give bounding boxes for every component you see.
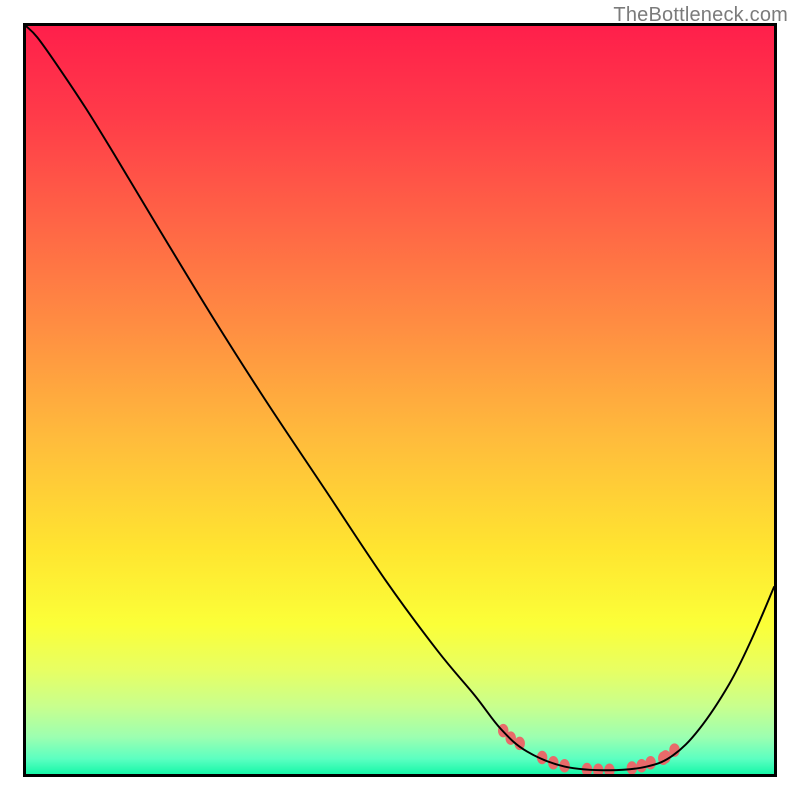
marker-dot [636,759,646,772]
marker-dot [593,764,603,774]
plot-frame [23,23,777,777]
curve-layer [26,26,774,774]
marker-group [498,724,680,774]
chart-canvas: TheBottleneck.com [0,0,800,800]
watermark-text: TheBottleneck.com [613,4,788,27]
marker-dot [604,764,614,774]
bottleneck-curve [26,26,774,770]
